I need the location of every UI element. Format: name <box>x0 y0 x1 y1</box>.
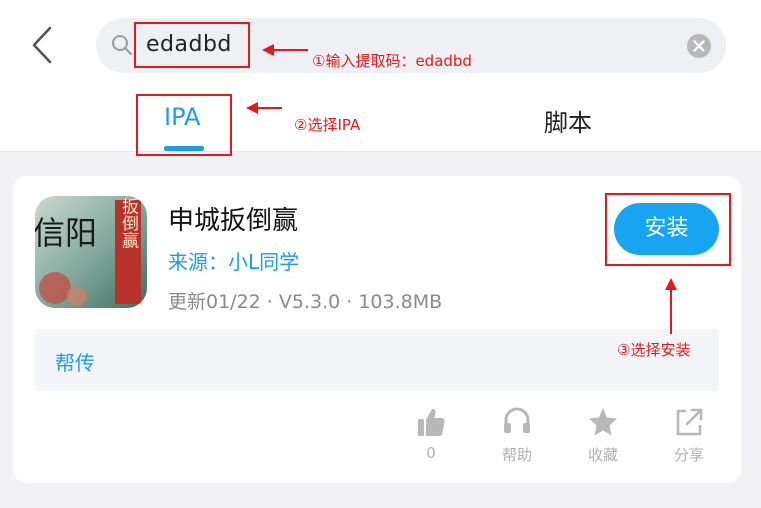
app-icon-title: 信阳 <box>35 214 97 252</box>
share-icon <box>676 408 703 436</box>
like-button[interactable]: 0 <box>401 406 461 462</box>
share-label: 分享 <box>673 446 704 464</box>
annotation-box-search <box>134 22 250 68</box>
headset-icon <box>504 407 530 433</box>
annotation-arrow-install-icon <box>665 278 677 334</box>
help-button[interactable]: 帮助 <box>487 406 547 465</box>
help-label: 帮助 <box>501 446 532 464</box>
app-source-link[interactable]: 来源：小L同学 <box>168 246 299 275</box>
favorite-button[interactable]: 收藏 <box>573 406 633 465</box>
annotation-step1: ①输入提取码：edadbd <box>312 52 472 70</box>
app-icon-banner: 申城扳倒赢 <box>118 196 139 249</box>
clear-icon[interactable] <box>686 33 712 59</box>
like-count: 0 <box>426 444 436 462</box>
top-bar: edadbd IPA 脚本 <box>0 0 761 152</box>
annotation-arrow-search-icon <box>262 44 308 56</box>
search-icon <box>112 35 132 55</box>
app-meta: 更新01/22 · V5.3.0 · 103.8MB <box>168 291 443 313</box>
annotation-box-install <box>605 193 731 266</box>
annotation-box-ipa <box>136 94 232 156</box>
annotation-step2: ②选择IPA <box>294 116 361 134</box>
star-icon <box>589 408 617 436</box>
back-arrow-icon[interactable] <box>28 24 56 66</box>
app-icon[interactable]: 信阳 申城扳倒赢 <box>35 196 147 308</box>
annotation-arrow-ipa-icon <box>246 102 282 114</box>
tab-divider <box>0 151 761 152</box>
description-text: 帮传 <box>55 351 95 375</box>
thumbs-up-icon <box>418 408 445 436</box>
favorite-label: 收藏 <box>587 446 618 464</box>
tab-script[interactable]: 脚本 <box>544 103 592 138</box>
app-name: 申城扳倒赢 <box>168 206 299 236</box>
share-button[interactable]: 分享 <box>659 406 719 465</box>
annotation-step3: ③选择安装 <box>617 341 691 359</box>
